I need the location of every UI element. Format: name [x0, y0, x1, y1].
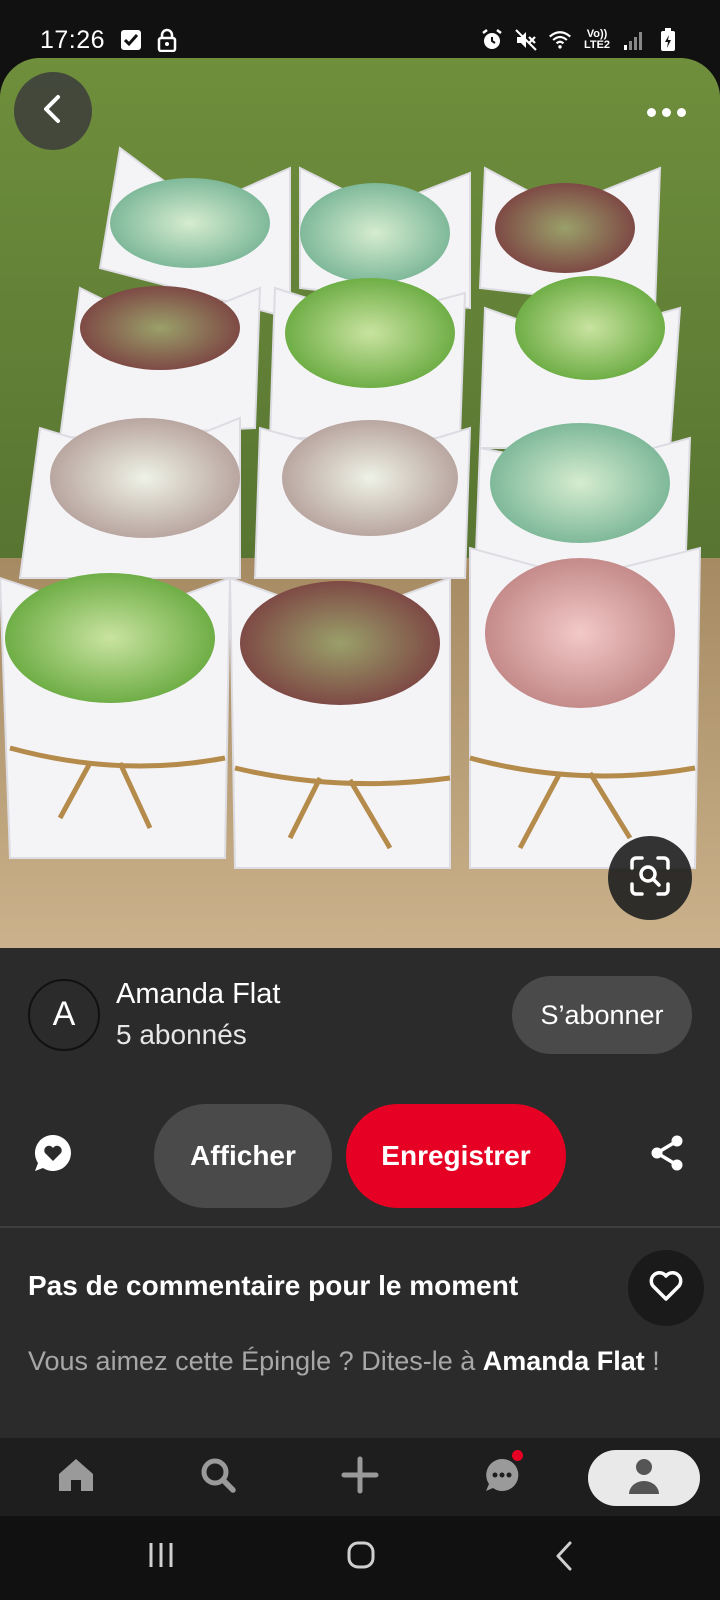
bottom-nav [0, 1438, 720, 1516]
comments-prompt-text: Vous aimez cette Épingle ? Dites-le à [28, 1346, 483, 1376]
comments-prompt-suffix: ! [644, 1346, 660, 1376]
comment-heart-icon [32, 1132, 74, 1179]
comments-title: Pas de commentaire pour le moment [28, 1270, 519, 1301]
visual-search-button[interactable] [608, 836, 692, 920]
comments-prompt-author-link[interactable]: Amanda Flat [483, 1346, 645, 1376]
nav-messages[interactable] [474, 1438, 530, 1516]
share-icon [649, 1134, 685, 1177]
nav-create[interactable] [332, 1438, 388, 1516]
visual-search-icon [628, 854, 672, 903]
battery-icon [656, 28, 680, 52]
network-label: Vo)) LTE2 [583, 28, 611, 51]
action-row: Afficher Enregistrer [0, 1104, 720, 1208]
notification-dot [512, 1450, 523, 1461]
back-system-button[interactable] [552, 1540, 576, 1577]
nav-profile[interactable] [588, 1450, 700, 1506]
author-row[interactable]: A Amanda Flat 5 abonnés [28, 978, 280, 1051]
search-icon [199, 1456, 237, 1499]
follower-count: 5 abonnés [116, 1019, 247, 1050]
pin-details-panel: A Amanda Flat 5 abonnés S’abonner Affich… [0, 948, 720, 1438]
recent-apps-icon [146, 1543, 176, 1574]
mute-icon [514, 28, 538, 52]
status-time: 17:26 [40, 25, 106, 54]
save-button[interactable]: Enregistrer [346, 1104, 566, 1208]
lock-icon [155, 28, 179, 52]
create-icon [341, 1456, 379, 1499]
heart-icon [648, 1270, 684, 1307]
more-options-button[interactable] [630, 94, 702, 130]
wifi-icon [548, 28, 572, 52]
home-circle-icon [346, 1541, 376, 1574]
home-system-button[interactable] [346, 1540, 376, 1575]
avatar[interactable]: A [28, 978, 100, 1051]
author-name[interactable]: Amanda Flat [116, 978, 280, 1011]
back-chevron-icon [552, 1541, 576, 1576]
check-box-icon [119, 28, 143, 52]
system-navigation-bar [0, 1516, 720, 1600]
messages-icon [483, 1456, 521, 1499]
more-icon-dot [676, 107, 686, 117]
signal-icon [622, 28, 646, 52]
comment-button[interactable] [28, 1130, 78, 1180]
pin-image[interactable] [0, 58, 720, 948]
comments-prompt: Vous aimez cette Épingle ? Dites-le à Am… [28, 1343, 668, 1379]
profile-icon [627, 1457, 661, 1500]
like-button[interactable] [628, 1250, 704, 1326]
home-icon [57, 1457, 95, 1498]
back-icon [40, 94, 66, 129]
back-button[interactable] [14, 72, 92, 150]
share-button[interactable] [644, 1132, 690, 1178]
nav-home[interactable] [48, 1438, 104, 1516]
follow-button[interactable]: S’abonner [512, 976, 692, 1054]
more-icon-dot [646, 107, 656, 117]
view-button[interactable]: Afficher [154, 1104, 332, 1208]
nav-search[interactable] [190, 1438, 246, 1516]
divider [0, 1226, 720, 1228]
alarm-icon [480, 28, 504, 52]
recent-apps-button[interactable] [146, 1540, 176, 1575]
more-icon-dot [661, 107, 671, 117]
succulents-photo [0, 58, 720, 948]
